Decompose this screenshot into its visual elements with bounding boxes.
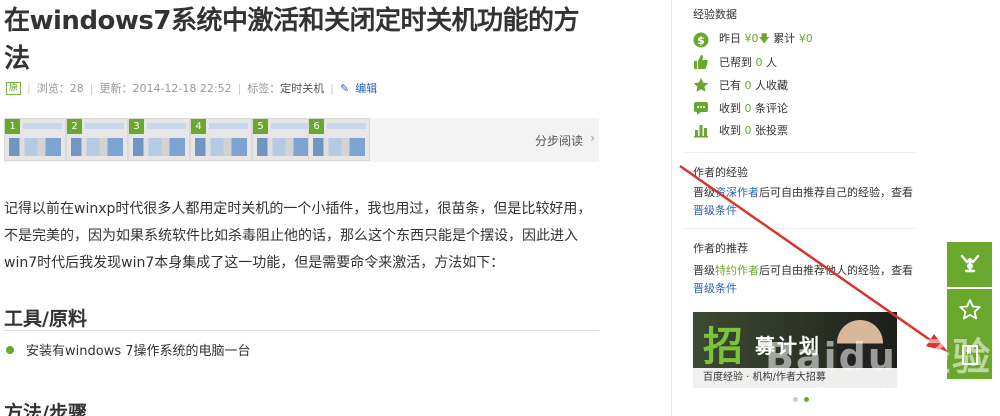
watermark-url: jingyan.baidu.com: [815, 384, 972, 404]
baidu-watermark: Baidu 经验: [765, 335, 993, 379]
page: 在windows7系统中激活和关闭定时关机功能的方法 原 | 浏览：28 | 更…: [0, 0, 1000, 416]
